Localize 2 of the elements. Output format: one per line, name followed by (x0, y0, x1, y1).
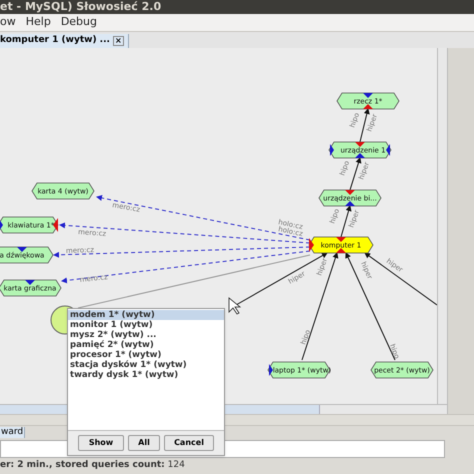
title-bar: et - MySQL) Słowosieć 2.0 (0, 0, 474, 14)
status-text: er: 2 min., stored queries count: 124 (0, 459, 185, 472)
